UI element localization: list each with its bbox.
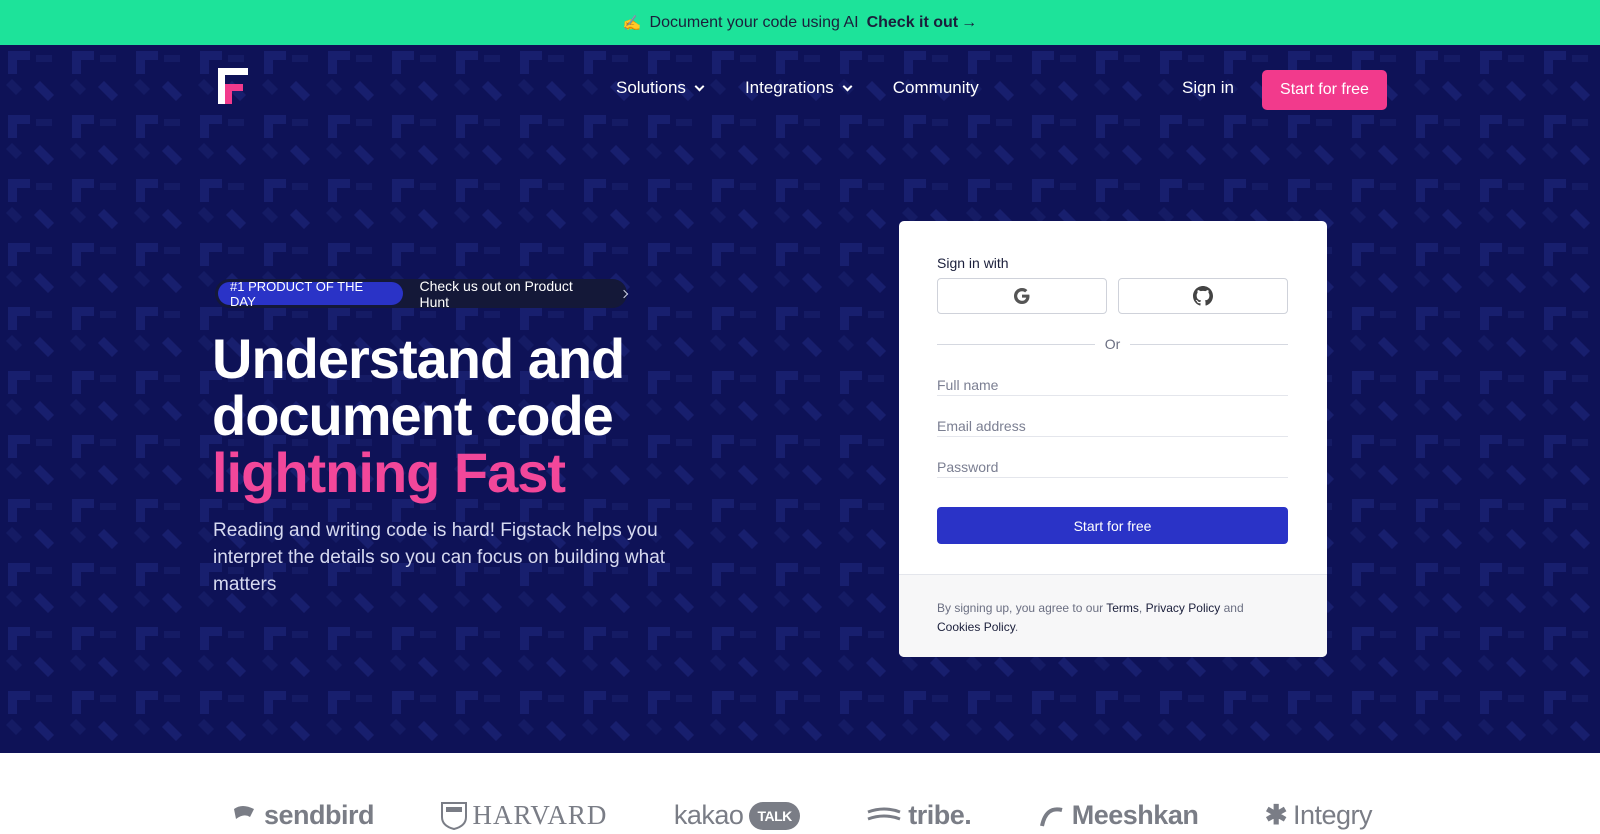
product-hunt-banner[interactable]: #1 PRODUCT OF THE DAY Check us out on Pr…	[215, 277, 629, 310]
headline-line-2: document code	[212, 384, 614, 447]
integry-wordmark: Integry	[1292, 800, 1373, 830]
privacy-policy-link[interactable]: Privacy Policy	[1146, 601, 1221, 615]
writing-hand-icon: ✍️	[622, 14, 642, 32]
headline-accent: lightning Fast	[212, 441, 566, 504]
nav-solutions[interactable]: Solutions	[616, 78, 705, 98]
announcement-bar: ✍️ Document your code using AI Check it …	[0, 0, 1600, 45]
email-input[interactable]	[937, 415, 1288, 437]
integry-logo: ✱ Integry	[1264, 800, 1373, 831]
sendbird-mark-icon	[234, 805, 254, 819]
nav-solutions-label: Solutions	[616, 78, 686, 97]
legal-period: .	[1014, 620, 1019, 634]
tribe-logo: tribe.	[866, 800, 972, 831]
google-signin-button[interactable]	[937, 278, 1107, 314]
signup-card: Sign in with Or Start for free By signin…	[899, 221, 1327, 657]
figstack-logo[interactable]	[218, 68, 248, 104]
nav-community[interactable]: Community	[893, 78, 979, 98]
meeshkan-wordmark: Meeshkan	[1071, 800, 1199, 830]
start-for-free-button[interactable]: Start for free	[1262, 70, 1387, 110]
main-nav: Solutions Integrations Community	[616, 78, 979, 98]
chevron-down-icon	[842, 81, 853, 91]
legal-prefix: By signing up, you agree to our	[937, 601, 1104, 615]
harvard-logo: HARVARD	[440, 800, 608, 831]
asterisk-icon: ✱	[1264, 800, 1288, 830]
github-signin-button[interactable]	[1118, 278, 1288, 314]
kakao-talk-logo: kakao TALK	[674, 800, 800, 831]
meeshkan-mark-icon	[1039, 806, 1063, 826]
github-icon	[1193, 286, 1213, 306]
sign-in-link[interactable]: Sign in	[1182, 78, 1234, 98]
tribe-wordmark: tribe.	[908, 800, 972, 830]
customer-logos: sendbird HARVARD kakao TALK tribe. Meesh…	[232, 800, 1373, 834]
or-divider: Or	[937, 336, 1288, 352]
hero-headline: Understand and document code lightning F…	[212, 327, 625, 504]
chevron-down-icon	[694, 81, 705, 91]
meeshkan-logo: Meeshkan	[1038, 800, 1199, 831]
product-of-day-badge: #1 PRODUCT OF THE DAY	[218, 279, 404, 309]
arrow-right-icon: →	[961, 13, 978, 31]
nav-community-label: Community	[892, 78, 979, 97]
harvard-shield-icon	[440, 801, 467, 830]
nav-integrations-label: Integrations	[744, 78, 834, 97]
full-name-input[interactable]	[937, 374, 1288, 396]
or-label: Or	[1104, 336, 1121, 352]
nav-integrations[interactable]: Integrations	[744, 78, 853, 98]
divider-line	[1130, 343, 1288, 345]
sendbird-logo: sendbird	[232, 800, 375, 831]
legal-and: and	[1223, 601, 1244, 615]
cookies-policy-link[interactable]: Cookies Policy	[937, 620, 1015, 634]
kakao-talk-bubble: TALK	[749, 801, 800, 830]
hero-subtext: Reading and writing code is hard! Figsta…	[213, 520, 666, 595]
terms-link[interactable]: Terms	[1106, 601, 1139, 615]
harvard-wordmark: HARVARD	[472, 800, 608, 830]
tribe-mark-icon	[867, 807, 901, 820]
kakao-wordmark: kakao	[673, 800, 744, 830]
product-hunt-link-text: Check us out on Product Hunt	[419, 277, 573, 310]
legal-comma: ,	[1138, 601, 1143, 615]
sign-in-with-label: Sign in with	[937, 255, 1009, 271]
hero-section: Solutions Integrations Community Sign in…	[0, 45, 1600, 753]
password-input[interactable]	[937, 456, 1288, 478]
headline-line-1: Understand and	[212, 327, 625, 390]
google-icon	[1014, 288, 1030, 304]
legal-notice: By signing up, you agree to our Terms, P…	[899, 574, 1327, 657]
divider-line	[937, 343, 1095, 345]
sendbird-wordmark: sendbird	[264, 800, 375, 830]
announcement-text: Document your code using AI	[649, 13, 859, 31]
announcement-cta-label: Check it out	[866, 13, 959, 31]
announcement-cta-link[interactable]: Check it out →	[867, 14, 978, 32]
signup-submit-button[interactable]: Start for free	[937, 507, 1288, 544]
